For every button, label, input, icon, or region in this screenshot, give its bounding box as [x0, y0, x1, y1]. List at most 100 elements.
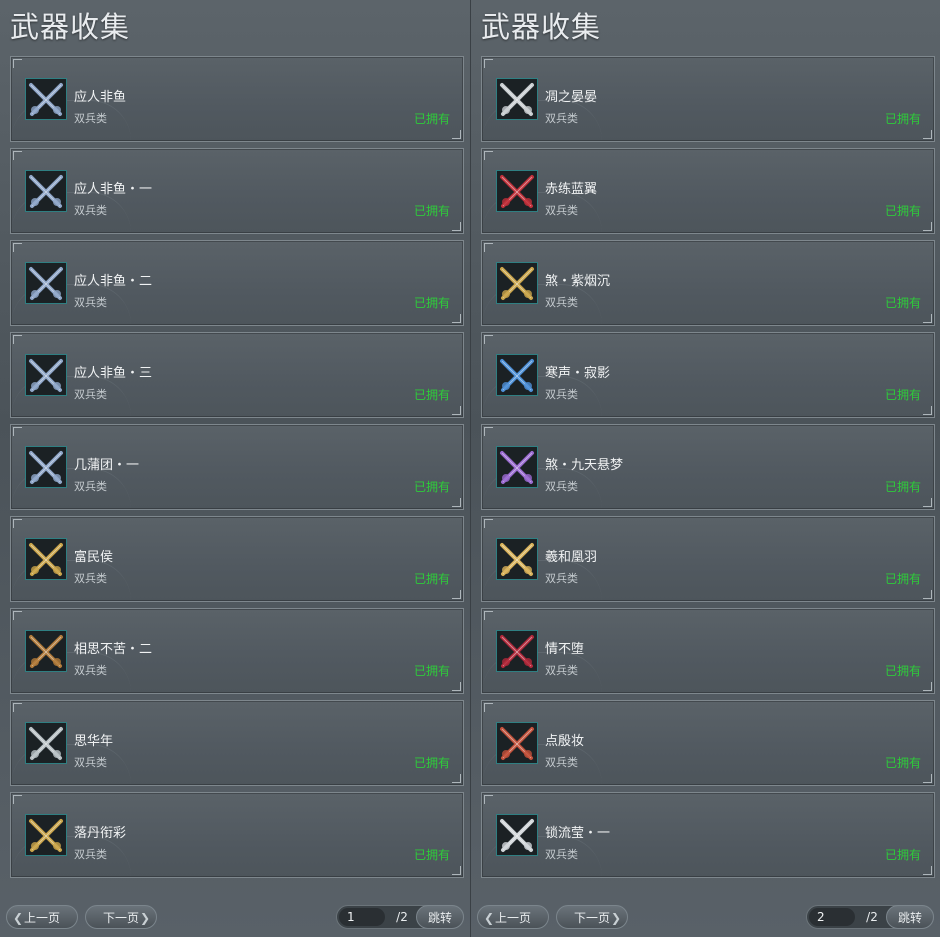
weapon-name: 思华年 [74, 734, 114, 749]
owned-status: 已拥有 [413, 756, 450, 770]
owned-status: 已拥有 [884, 848, 921, 862]
weapon-card[interactable]: 应人非鱼・一 双兵类 已拥有 [10, 148, 464, 234]
next-page-button[interactable]: 下一页 ❯ [556, 905, 628, 929]
weapon-card[interactable]: 几蒲团・一双兵类 已拥有 [10, 424, 464, 510]
twin-blade-steel-icon [496, 814, 538, 856]
weapon-name: 赤练蓝翼 [545, 182, 598, 197]
weapon-type: 双兵类 [545, 848, 578, 861]
weapon-name: 凋之晏晏 [545, 90, 598, 105]
twin-blade-crimson-icon [496, 630, 538, 672]
weapon-name: 富民侯 [74, 550, 114, 565]
weapon-card[interactable]: 凋之晏晏双兵类 已拥有 [481, 56, 935, 142]
owned-status: 已拥有 [413, 480, 450, 494]
twin-blade-purple-icon [496, 446, 538, 488]
owned-status: 已拥有 [884, 204, 921, 218]
twin-blade-gold-icon [496, 538, 538, 580]
weapon-card[interactable]: 煞・紫烟沉 双兵类 已拥有 [481, 240, 935, 326]
weapon-name: 点殷妆 [545, 734, 585, 749]
weapon-card[interactable]: 应人非鱼・二 双兵类 已拥有 [10, 240, 464, 326]
chevron-left-icon: ❮ [13, 911, 24, 925]
weapon-name: 煞・九天悬梦 [545, 458, 624, 473]
twin-blade-silver-icon [25, 446, 67, 488]
weapon-card[interactable]: 情不堕 双兵类 已拥有 [481, 608, 935, 694]
weapon-card[interactable]: 点殷妆双兵类 已拥有 [481, 700, 935, 786]
weapon-card[interactable]: 应人非鱼双兵类 已拥有 [10, 56, 464, 142]
weapon-card[interactable]: 富民侯双兵类 已拥有 [10, 516, 464, 602]
weapon-name: 羲和凰羽 [545, 550, 598, 565]
weapon-type: 双兵类 [545, 480, 578, 493]
weapon-name: 相思不苦・二 [74, 642, 153, 657]
weapon-card[interactable]: 应人非鱼・三 双兵类 已拥有 [10, 332, 464, 418]
twin-blade-steel-icon [496, 78, 538, 120]
twin-blade-silver-icon [25, 170, 67, 212]
weapon-card[interactable]: 相思不苦・二 双兵类 已拥有 [10, 608, 464, 694]
weapon-type: 双兵类 [74, 756, 107, 769]
weapon-type: 双兵类 [545, 572, 578, 585]
twin-blade-crimson-icon [496, 170, 538, 212]
page-jump-control: 1 /2 跳转 [336, 905, 464, 929]
weapon-name: 应人非鱼・三 [74, 366, 153, 381]
page-total: /2 [396, 910, 408, 924]
weapon-type: 双兵类 [74, 480, 107, 493]
owned-status: 已拥有 [884, 112, 921, 126]
weapon-name: 应人非鱼 [74, 90, 127, 105]
twin-blade-silver-icon [25, 262, 67, 304]
weapon-card[interactable]: 煞・九天悬梦 双兵类 已拥有 [481, 424, 935, 510]
owned-status: 已拥有 [884, 388, 921, 402]
weapon-list: 应人非鱼 双兵类 已拥有 应人非鱼・一 双兵类 已拥有 应人非鱼・二 双兵类 已拥有 应人非鱼・三… [10, 56, 464, 884]
weapon-name: 几蒲团・一 [74, 458, 140, 473]
page-number-input[interactable]: 2 [809, 908, 855, 926]
chevron-left-icon: ❮ [484, 911, 495, 925]
weapon-type: 双兵类 [74, 112, 107, 125]
weapon-type: 双兵类 [545, 296, 578, 309]
weapon-collection-panel-left: 武器收集 应人非鱼 双兵类 已拥有 应人非鱼・一 双兵类 已拥有 应人非鱼・二 双兵类 已拥有应… [0, 0, 470, 937]
owned-status: 已拥有 [413, 296, 450, 310]
panel-title: 武器收集 [10, 10, 131, 44]
weapon-card[interactable]: 落丹衔彩双兵类 已拥有 [10, 792, 464, 878]
weapon-card[interactable]: 羲和凰羽双兵类 已拥有 [481, 516, 935, 602]
weapon-card[interactable]: 锁流莹・一双兵类 已拥有 [481, 792, 935, 878]
weapon-name: 落丹衔彩 [74, 826, 127, 841]
owned-status: 已拥有 [884, 480, 921, 494]
weapon-card[interactable]: 思华年双兵类 已拥有 [10, 700, 464, 786]
weapon-type: 双兵类 [545, 204, 578, 217]
weapon-type: 双兵类 [74, 572, 107, 585]
weapon-type: 双兵类 [545, 388, 578, 401]
next-page-button[interactable]: 下一页 ❯ [85, 905, 157, 929]
pagination-bar: ❮ 上一页 下一页 ❯ 1 /2 跳转 [0, 905, 470, 931]
owned-status: 已拥有 [413, 204, 450, 218]
page-total: /2 [866, 910, 878, 924]
weapon-type: 双兵类 [74, 664, 107, 677]
twin-blade-gold-icon [25, 814, 67, 856]
weapon-name: 煞・紫烟沉 [545, 274, 611, 289]
weapon-type: 双兵类 [545, 112, 578, 125]
owned-status: 已拥有 [884, 572, 921, 586]
weapon-name: 锁流莹・一 [545, 826, 611, 841]
page-number-input[interactable]: 1 [339, 908, 385, 926]
owned-status: 已拥有 [884, 756, 921, 770]
weapon-type: 双兵类 [545, 756, 578, 769]
chevron-right-icon: ❯ [610, 911, 621, 925]
twin-blade-dark-icon [496, 262, 538, 304]
weapon-type: 双兵类 [74, 204, 107, 217]
twin-blade-silver-icon [25, 78, 67, 120]
prev-page-button[interactable]: ❮ 上一页 [477, 905, 549, 929]
weapon-name: 情不堕 [545, 642, 585, 657]
prev-page-button[interactable]: ❮ 上一页 [6, 905, 78, 929]
weapon-collection-panel-right: 武器收集 凋之晏晏 双兵类 已拥有 赤练蓝翼 双兵类 已拥有 煞・紫烟沉 双兵类 已拥有 寒声・寂… [470, 0, 940, 937]
weapon-type: 双兵类 [74, 388, 107, 401]
weapon-name: 应人非鱼・二 [74, 274, 153, 289]
weapon-type: 双兵类 [74, 848, 107, 861]
panel-title: 武器收集 [481, 10, 602, 44]
weapon-card[interactable]: 寒声・寂影 双兵类 已拥有 [481, 332, 935, 418]
pagination-bar: ❮ 上一页 下一页 ❯ 2 /2 跳转 [471, 905, 940, 931]
jump-button[interactable]: 跳转 [416, 905, 464, 929]
weapon-card[interactable]: 赤练蓝翼双兵类 已拥有 [481, 148, 935, 234]
owned-status: 已拥有 [413, 112, 450, 126]
weapon-type: 双兵类 [74, 296, 107, 309]
owned-status: 已拥有 [413, 848, 450, 862]
twin-blade-silver-icon [25, 354, 67, 396]
owned-status: 已拥有 [413, 664, 450, 678]
jump-button[interactable]: 跳转 [886, 905, 934, 929]
owned-status: 已拥有 [413, 572, 450, 586]
